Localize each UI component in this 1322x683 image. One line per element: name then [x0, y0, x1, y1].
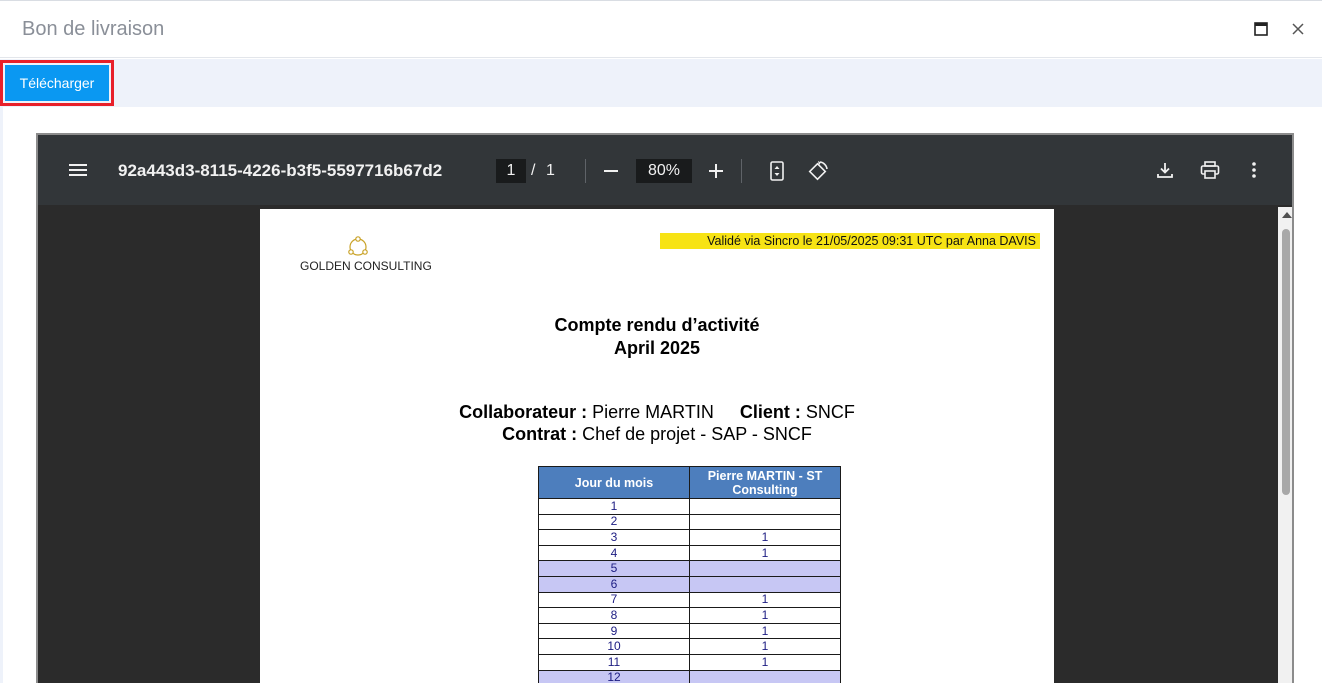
pdf-scrollbar[interactable]: [1278, 207, 1294, 683]
pdf-viewer: 92a443d3-8115-4226-b3f5-5597716b67d2 1 /…: [36, 133, 1294, 683]
table-row: 5: [539, 561, 841, 577]
table-row: 6: [539, 576, 841, 592]
table-row: 71: [539, 592, 841, 608]
table-cell-value: 1: [690, 608, 841, 624]
table-cell-value: [690, 561, 841, 577]
client-label: Client :: [740, 402, 801, 422]
table-row: 91: [539, 623, 841, 639]
dialog-toolbar: Télécharger: [0, 59, 1322, 107]
collaborator-client-line: Collaborateur : Pierre MARTIN Client : SN…: [260, 402, 1054, 423]
collaborator-label: Collaborateur :: [459, 402, 587, 422]
rotate-icon[interactable]: [806, 159, 830, 183]
table-row: 81: [539, 608, 841, 624]
table-row: 41: [539, 545, 841, 561]
pdf-page: GOLDEN CONSULTING Validé via Sincro le 2…: [260, 209, 1054, 683]
table-cell-day: 10: [539, 639, 690, 655]
dialog: Bon de livraison Télécharger 92a443d3-81…: [0, 0, 1322, 682]
document-heading: Compte rendu d’activité: [260, 315, 1054, 336]
table-cell-value: 1: [690, 623, 841, 639]
table-cell-day: 8: [539, 608, 690, 624]
client-value: SNCF: [806, 402, 855, 422]
toolbar-divider: [741, 159, 742, 183]
table-cell-day: 5: [539, 561, 690, 577]
table-cell-value: [690, 576, 841, 592]
scrollbar-thumb[interactable]: [1282, 229, 1290, 495]
pdf-viewer-toolbar: 92a443d3-8115-4226-b3f5-5597716b67d2 1 /…: [38, 135, 1292, 205]
close-icon[interactable]: [1289, 20, 1307, 38]
table-cell-value: [690, 514, 841, 530]
table-row: 31: [539, 530, 841, 546]
contract-line: Contrat : Chef de projet - SAP - SNCF: [260, 424, 1054, 445]
table-row: 2: [539, 514, 841, 530]
activity-table-body: 1231415671819110111112: [539, 499, 841, 683]
table-row: 12: [539, 670, 841, 683]
table-cell-day: 4: [539, 545, 690, 561]
dialog-title: Bon de livraison: [22, 18, 164, 41]
table-cell-day: 9: [539, 623, 690, 639]
toolbar-divider: [585, 159, 586, 183]
fit-page-icon[interactable]: [766, 159, 788, 183]
table-cell-day: 3: [539, 530, 690, 546]
table-cell-value: 1: [690, 639, 841, 655]
document-period: April 2025: [260, 338, 1054, 359]
menu-icon[interactable]: [66, 160, 90, 180]
logo-text: GOLDEN CONSULTING: [300, 259, 432, 273]
table-header-day: Jour du mois: [539, 467, 690, 499]
more-options-icon[interactable]: [1244, 159, 1264, 181]
zoom-in-icon[interactable]: [705, 160, 727, 182]
contract-value: Chef de projet - SAP - SNCF: [582, 424, 812, 444]
maximize-icon[interactable]: [1252, 20, 1270, 38]
document-title: 92a443d3-8115-4226-b3f5-5597716b67d2: [118, 161, 442, 181]
zoom-input[interactable]: 80%: [636, 159, 692, 183]
table-cell-day: 1: [539, 499, 690, 515]
table-header-row: Jour du mois Pierre MARTIN - ST Consulti…: [539, 467, 841, 499]
download-button[interactable]: Télécharger: [5, 65, 109, 101]
zoom-out-icon[interactable]: [600, 160, 622, 182]
table-cell-day: 12: [539, 670, 690, 683]
download-icon[interactable]: [1154, 159, 1176, 181]
table-row: 1: [539, 499, 841, 515]
table-header-collaborator: Pierre MARTIN - ST Consulting: [690, 467, 841, 499]
table-row: 111: [539, 654, 841, 670]
table-cell-value: 1: [690, 530, 841, 546]
print-icon[interactable]: [1198, 159, 1222, 181]
table-cell-day: 7: [539, 592, 690, 608]
logo-icon: [345, 234, 371, 260]
download-button-highlight: Télécharger: [0, 60, 114, 106]
table-cell-day: 2: [539, 514, 690, 530]
page-number-input[interactable]: 1: [496, 159, 526, 183]
table-cell-day: 6: [539, 576, 690, 592]
page-total: 1: [546, 162, 555, 180]
activity-table: Jour du mois Pierre MARTIN - ST Consulti…: [538, 466, 841, 683]
table-cell-value: 1: [690, 545, 841, 561]
table-row: 101: [539, 639, 841, 655]
page-separator: /: [531, 162, 535, 180]
validation-stamp: Validé via Sincro le 21/05/2025 09:31 UT…: [660, 233, 1040, 249]
table-cell-value: [690, 499, 841, 515]
table-cell-day: 11: [539, 654, 690, 670]
collaborator-value: Pierre MARTIN: [592, 402, 714, 422]
dialog-titlebar: Bon de livraison: [0, 1, 1322, 58]
scroll-up-icon[interactable]: [1282, 212, 1292, 218]
table-cell-value: 1: [690, 592, 841, 608]
table-cell-value: [690, 670, 841, 683]
contract-label: Contrat :: [502, 424, 577, 444]
table-cell-value: 1: [690, 654, 841, 670]
